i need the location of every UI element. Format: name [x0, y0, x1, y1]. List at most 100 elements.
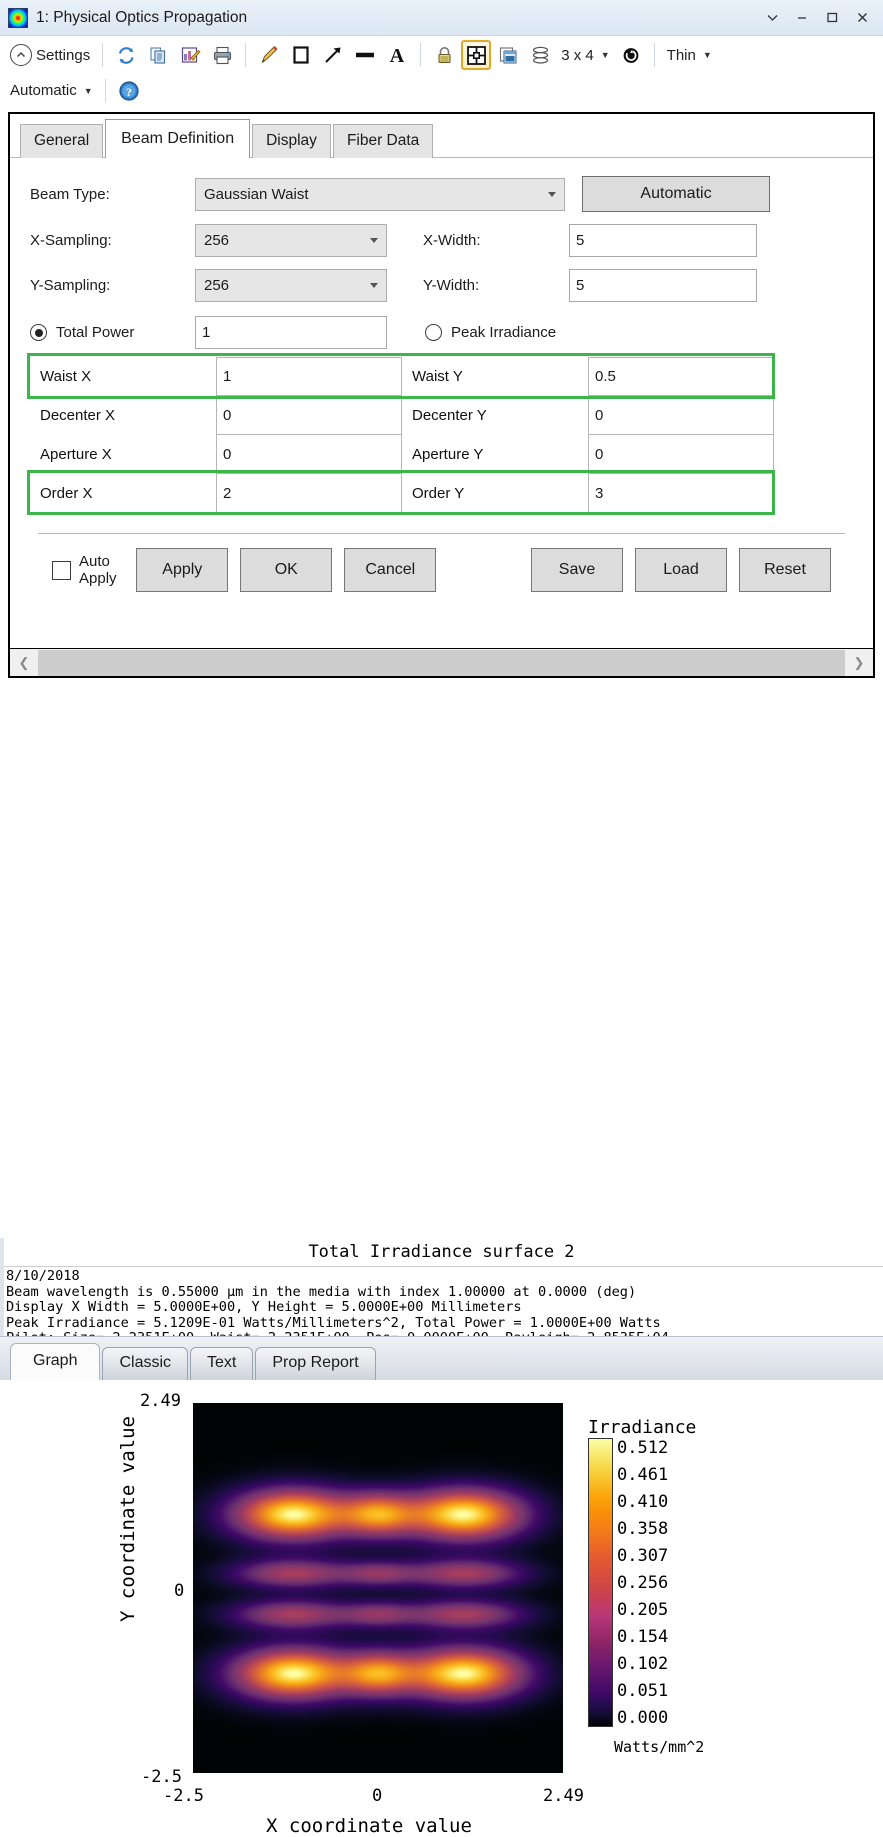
help-icon[interactable]: ? [114, 76, 144, 106]
waist-x-input[interactable] [216, 357, 402, 396]
x-sampling-row: X-Sampling: 256 X-Width: [30, 224, 853, 257]
x-tick-left: -2.5 [163, 1786, 204, 1806]
reset-button[interactable]: Reset [739, 548, 831, 592]
action-button-row: Auto Apply Apply OK Cancel Save Load Res… [30, 534, 853, 592]
order-x-input[interactable] [216, 474, 402, 513]
tab-display[interactable]: Display [252, 124, 331, 158]
scroll-right-icon[interactable]: ❯ [845, 655, 873, 671]
copy-icon[interactable] [143, 40, 173, 70]
beam-type-label: Beam Type: [30, 185, 110, 203]
peak-irradiance-label: Peak Irradiance [451, 324, 557, 341]
text-icon[interactable]: A [382, 40, 412, 70]
settings-button[interactable]: Settings [6, 40, 94, 70]
colorbar-title: Irradiance [588, 1417, 697, 1438]
waist-y-input[interactable] [588, 357, 774, 396]
bottom-tab-classic[interactable]: Classic [102, 1347, 189, 1380]
layers-icon[interactable] [525, 40, 555, 70]
toolbar-separator [245, 43, 247, 67]
line-icon[interactable] [350, 40, 380, 70]
y-sampling-select-wrap: 256 [195, 269, 387, 302]
auto-apply-checkbox[interactable] [52, 560, 71, 580]
maximize-button[interactable] [817, 4, 847, 32]
line-style-dropdown[interactable]: Thin ▼ [663, 40, 716, 70]
close-button[interactable] [847, 4, 877, 32]
aperture-row: Aperture X Aperture Y [30, 435, 853, 474]
power-mode-row: Total Power Peak Irradiance [30, 316, 853, 349]
decenter-y-input[interactable] [588, 396, 774, 435]
peak-irradiance-radio[interactable] [425, 324, 442, 341]
x-width-input[interactable] [569, 224, 757, 257]
y-sampling-label: Y-Sampling: [30, 277, 111, 294]
total-power-label: Total Power [56, 324, 135, 341]
waist-x-cell [216, 357, 402, 396]
bottom-tab-prop-report[interactable]: Prop Report [255, 1347, 376, 1380]
decenter-x-cell [216, 396, 402, 435]
tab-beam-definition[interactable]: Beam Definition [105, 119, 251, 158]
settings-panel: General Beam Definition Display Fiber Da… [8, 112, 875, 678]
colorbar-tick: 0.051 [617, 1681, 669, 1701]
y-width-label: Y-Width: [423, 277, 480, 294]
order-y-input[interactable] [588, 474, 774, 513]
ok-button[interactable]: OK [240, 548, 333, 592]
tile-windows-icon[interactable] [461, 40, 492, 70]
y-tick-mid: 0 [174, 1581, 185, 1601]
aperture-x-cell [216, 435, 402, 474]
cancel-button[interactable]: Cancel [344, 548, 437, 592]
dropdown-icon[interactable] [757, 4, 787, 32]
rotate-icon[interactable] [616, 40, 646, 70]
tab-fiber-data[interactable]: Fiber Data [332, 124, 434, 158]
total-power-input[interactable] [195, 316, 387, 349]
automatic-button[interactable]: Automatic [582, 176, 770, 212]
decenter-x-input[interactable] [216, 396, 402, 435]
clone-window-icon[interactable] [493, 40, 523, 70]
toolbar-separator [102, 43, 104, 67]
irradiance-heatmap[interactable] [193, 1403, 563, 1773]
x-sampling-select[interactable]: 256 [195, 224, 387, 257]
bottom-tab-bar: Graph Classic Text Prop Report [0, 1336, 883, 1380]
order-x-cell [216, 474, 402, 513]
rectangle-icon[interactable] [286, 40, 316, 70]
bottom-tab-text[interactable]: Text [190, 1347, 254, 1380]
waist-x-label: Waist X [40, 368, 92, 385]
chevron-down-icon: ▼ [83, 85, 93, 96]
pencil-icon[interactable] [254, 40, 284, 70]
y-width-input[interactable] [569, 269, 757, 302]
lock-icon[interactable] [429, 40, 459, 70]
zoom-mode-dropdown[interactable]: Automatic ▼ [6, 76, 97, 106]
decenter-row: Decenter X Decenter Y [30, 396, 853, 435]
tab-general[interactable]: General [20, 124, 104, 158]
colorbar-tick: 0.307 [617, 1546, 669, 1566]
scroll-left-icon[interactable]: ❮ [10, 655, 38, 671]
aperture-y-input[interactable] [588, 435, 774, 474]
colorbar-tick: 0.461 [617, 1465, 669, 1485]
order-y-cell [588, 474, 774, 513]
waist-row: Waist X Waist Y [30, 357, 853, 396]
y-sampling-select[interactable]: 256 [195, 269, 387, 302]
apply-button[interactable]: Apply [136, 548, 229, 592]
beam-type-select-wrap: Gaussian Waist [195, 177, 565, 211]
toolbar-primary: Settings A 3 x 4 ▼ Thin ▼ [0, 36, 883, 74]
bottom-tab-graph[interactable]: Graph [10, 1343, 101, 1380]
horizontal-scrollbar[interactable]: ❮ ❯ [10, 648, 873, 676]
aperture-y-label: Aperture Y [412, 446, 484, 463]
title-bar: 1: Physical Optics Propagation [0, 0, 883, 36]
grid-size-dropdown[interactable]: 3 x 4 ▼ [557, 40, 613, 70]
order-x-label: Order X [40, 485, 93, 502]
print-icon[interactable] [207, 40, 237, 70]
x-sampling-select-wrap: 256 [195, 224, 387, 257]
minimize-button[interactable] [787, 4, 817, 32]
refresh-icon[interactable] [111, 40, 141, 70]
tab-strip: General Beam Definition Display Fiber Da… [10, 114, 873, 158]
aperture-x-input[interactable] [216, 435, 402, 474]
arrow-icon[interactable] [318, 40, 348, 70]
save-button[interactable]: Save [531, 548, 623, 592]
save-image-icon[interactable] [175, 40, 205, 70]
beam-type-select[interactable]: Gaussian Waist [195, 177, 565, 211]
scroll-thumb[interactable] [38, 649, 845, 676]
chevron-up-circle-icon [10, 44, 32, 66]
load-button[interactable]: Load [635, 548, 727, 592]
waist-y-cell [588, 357, 774, 396]
total-power-radio[interactable] [30, 324, 47, 341]
decenter-x-label: Decenter X [40, 407, 116, 424]
colorbar-tick: 0.154 [617, 1627, 669, 1647]
